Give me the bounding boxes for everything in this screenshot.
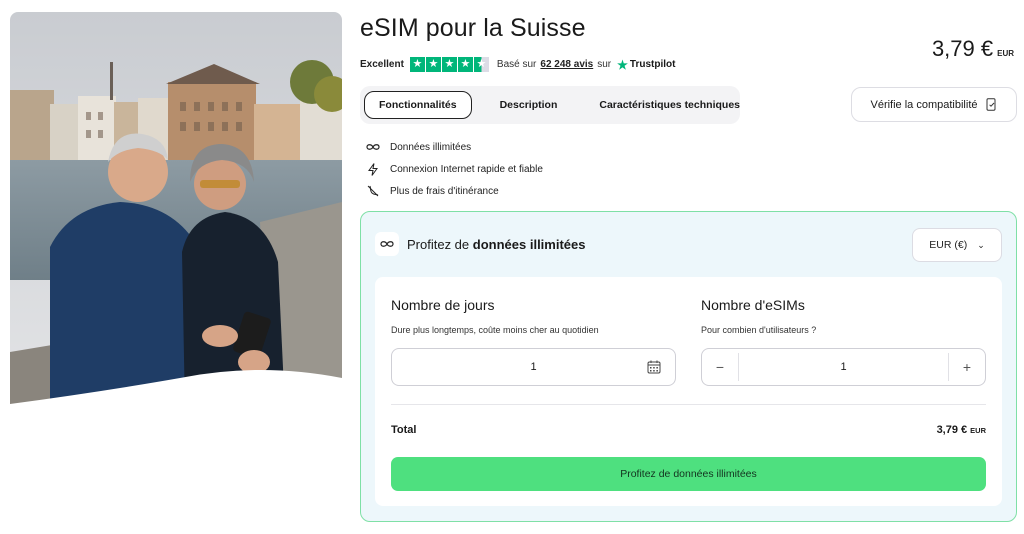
offer-title-bold: données illimitées <box>472 236 586 252</box>
days-title: Nombre de jours <box>391 297 495 313</box>
review-count-link[interactable]: 62 248 avis <box>540 59 593 70</box>
tab-technical-specs[interactable]: Caractéristiques techniques <box>585 91 754 119</box>
feature-item: Plus de frais d'itinérance <box>366 180 543 202</box>
order-card: Nombre de jours Dure plus longtemps, coû… <box>375 277 1002 506</box>
calendar-icon[interactable] <box>647 360 661 374</box>
total-label: Total <box>391 424 417 436</box>
days-input[interactable]: 1 <box>391 348 676 386</box>
trustpilot-name: Trustpilot <box>629 59 676 70</box>
feature-label: Connexion Internet rapide et fiable <box>390 163 543 175</box>
trustpilot-star-icon: ★ <box>617 57 628 72</box>
offer-title-prefix: Profitez de <box>407 236 470 252</box>
tab-description[interactable]: Description <box>486 91 572 119</box>
star-icon: ★ <box>441 57 457 72</box>
no-roaming-icon <box>366 184 380 198</box>
buy-unlimited-button[interactable]: Profitez de données illimitées <box>391 457 986 491</box>
check-compatibility-button[interactable]: Vérifie la compatibilité <box>851 87 1017 122</box>
trustpilot-logo[interactable]: ★ Trustpilot <box>617 58 675 72</box>
product-photo <box>10 12 342 410</box>
chevron-down-icon: ⌄ <box>977 239 985 250</box>
offer-header: Profitez de données illimitées <box>375 232 585 256</box>
feature-label: Données illimitées <box>390 141 472 153</box>
infinity-icon <box>375 232 399 256</box>
rating-stars: ★ ★ ★ ★ ★ <box>409 57 489 72</box>
esims-stepper: − 1 + <box>701 348 986 386</box>
price-currency: EUR <box>997 49 1014 58</box>
feature-label: Plus de frais d'itinérance <box>390 185 499 197</box>
currency-select[interactable]: EUR (€) ⌄ <box>912 228 1002 262</box>
star-icon: ★ <box>409 57 425 72</box>
rating-label: Excellent <box>360 59 404 70</box>
feature-item: Connexion Internet rapide et fiable <box>366 158 543 180</box>
esims-title: Nombre d'eSIMs <box>701 297 805 313</box>
rating-based-suffix: sur <box>597 59 612 70</box>
rating-based-prefix: Basé sur <box>496 59 537 70</box>
currency-value: EUR (€) <box>929 239 968 251</box>
tab-features[interactable]: Fonctionnalités <box>364 91 472 119</box>
increment-button[interactable]: + <box>949 349 985 385</box>
product-price: 3,79 € EUR <box>932 36 1014 62</box>
decrement-button[interactable]: − <box>702 349 738 385</box>
price-amount: 3,79 € <box>931 36 994 61</box>
star-icon: ★ <box>457 57 473 72</box>
bolt-icon <box>366 162 380 176</box>
trustpilot-rating[interactable]: Excellent ★ ★ ★ ★ ★ Basé sur 62 248 avis… <box>360 57 675 72</box>
half-star-icon: ★ <box>473 57 489 72</box>
total-amount: 3,79 € EUR <box>937 424 986 436</box>
phone-check-icon <box>986 98 995 111</box>
star-icon: ★ <box>425 57 441 72</box>
compat-label: Vérifie la compatibilité <box>870 98 978 111</box>
feature-item: Données illimitées <box>366 136 543 158</box>
product-title: eSIM pour la Suisse <box>360 14 586 42</box>
divider <box>391 404 986 405</box>
offer-panel: Profitez de données illimitées EUR (€) ⌄… <box>360 211 1017 522</box>
esims-subtitle: Pour combien d'utilisateurs ? <box>701 325 817 335</box>
total-value: 3,79 € <box>936 424 968 436</box>
feature-list: Données illimitées Connexion Internet ra… <box>366 136 543 202</box>
infinity-icon <box>366 140 380 154</box>
days-subtitle: Dure plus longtemps, coûte moins cher au… <box>391 325 599 335</box>
total-currency: EUR <box>970 426 986 435</box>
product-tabs: Fonctionnalités Description Caractéristi… <box>360 86 740 124</box>
esims-value[interactable]: 1 <box>739 361 948 373</box>
offer-title: Profitez de données illimitées <box>407 237 585 252</box>
days-value: 1 <box>530 361 537 373</box>
